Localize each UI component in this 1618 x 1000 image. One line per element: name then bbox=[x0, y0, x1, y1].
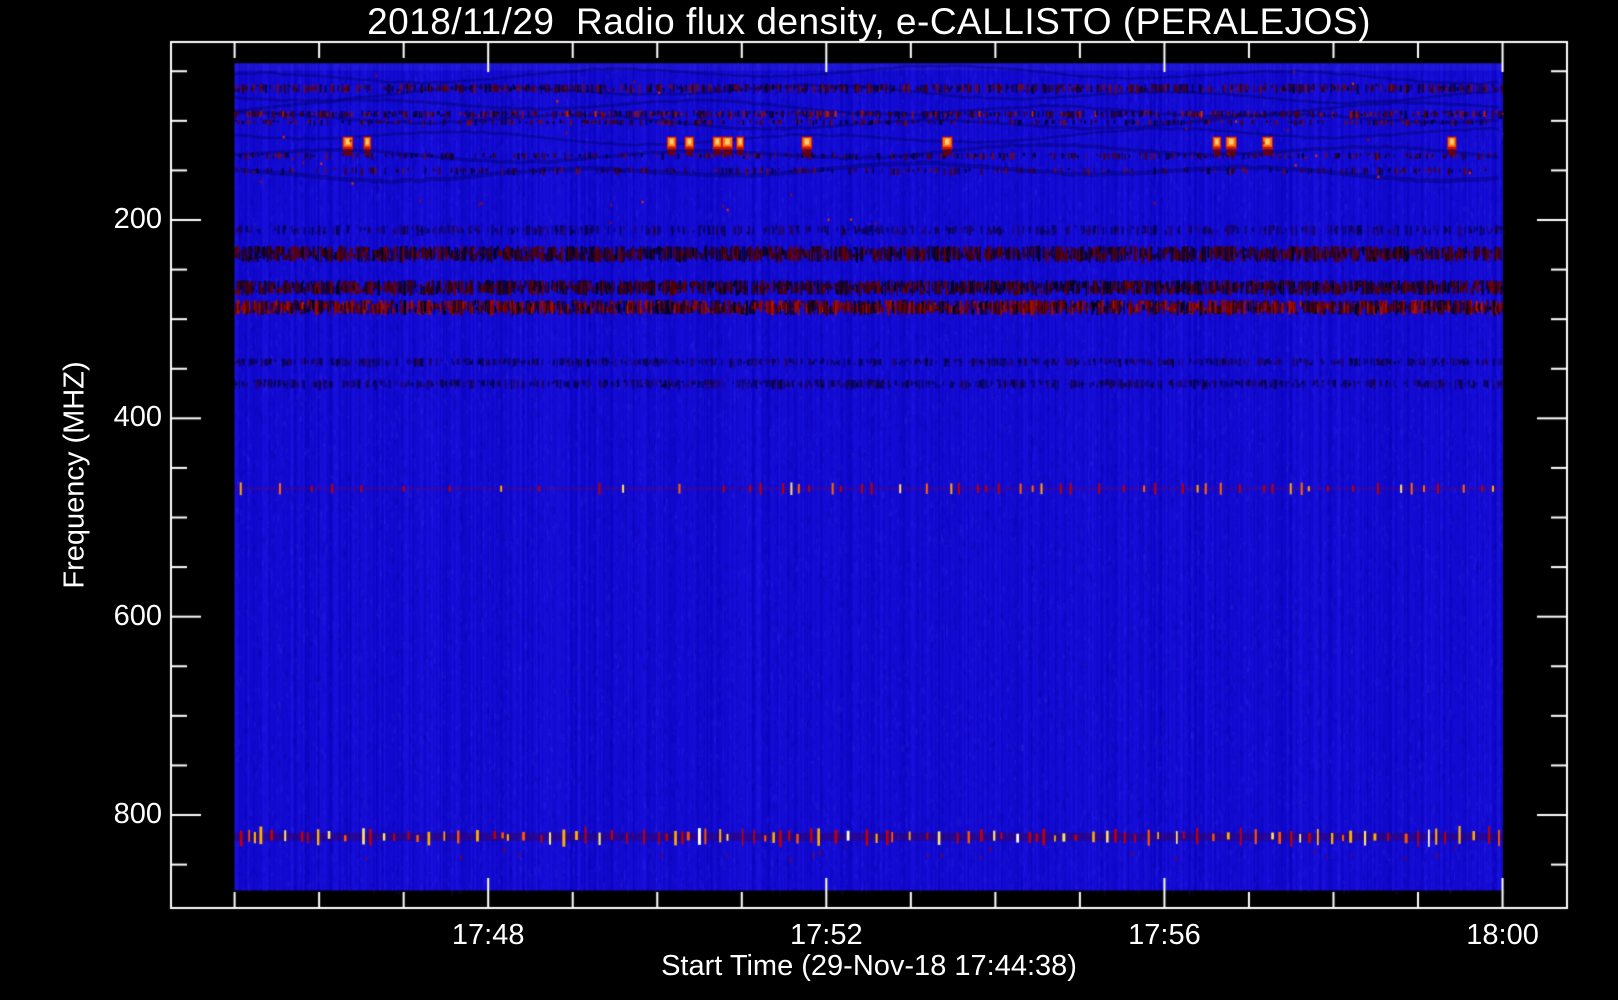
x-tick-label: 17:48 bbox=[451, 919, 525, 951]
spectrogram-canvas bbox=[0, 0, 1618, 1000]
x-tick-label: 17:56 bbox=[1128, 919, 1201, 951]
y-tick-label: 400 bbox=[113, 401, 162, 434]
y-axis-label: Frequency (MHZ) bbox=[58, 361, 91, 589]
chart-title: 2018/11/29 Radio flux density, e-CALLIST… bbox=[367, 1, 1371, 42]
x-tick-label: 17:52 bbox=[790, 919, 863, 951]
x-axis-label: Start Time (29-Nov-18 17:44:38) bbox=[661, 950, 1077, 982]
y-tick-label: 200 bbox=[113, 202, 162, 235]
callisto-spectrogram-screenshot: { "page": { "background": "#000000", "te… bbox=[0, 0, 1618, 1000]
x-tick-label: 18:00 bbox=[1466, 919, 1539, 951]
y-tick-label: 800 bbox=[113, 797, 162, 830]
y-tick-label: 600 bbox=[113, 599, 162, 632]
